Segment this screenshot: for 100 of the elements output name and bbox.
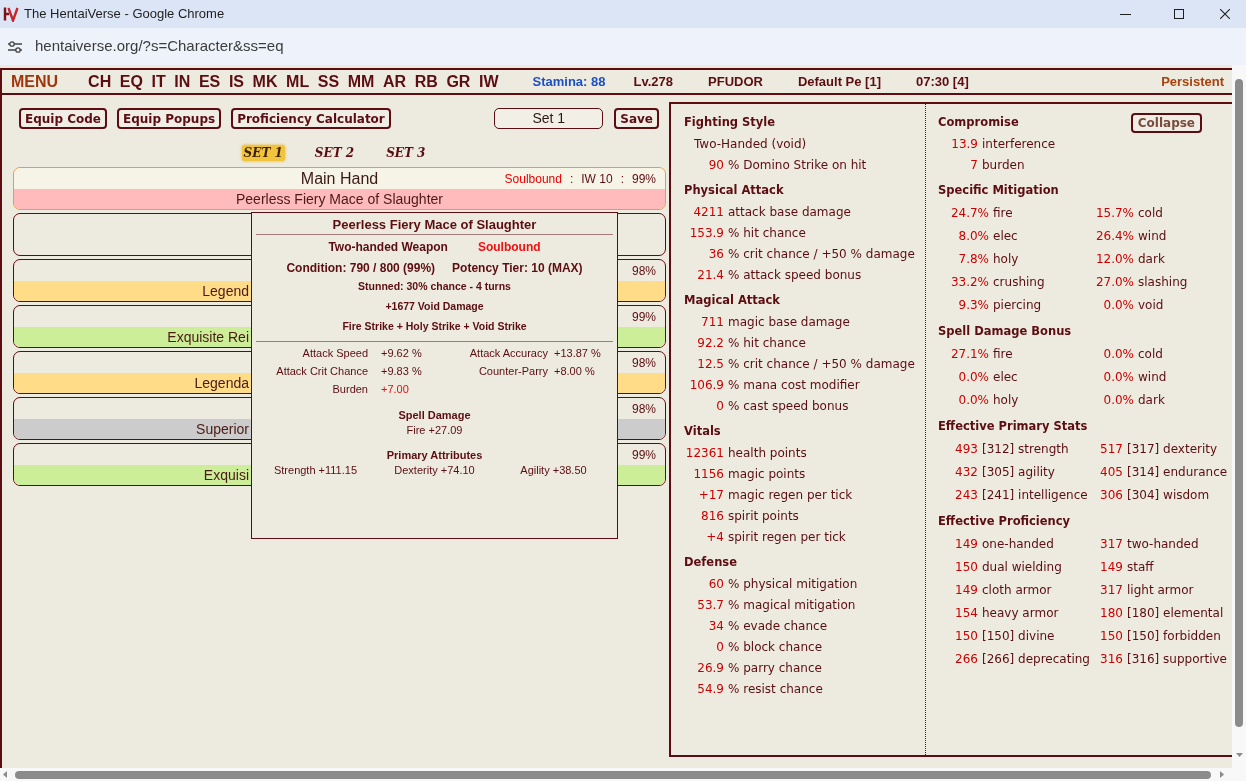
stat-name: fire	[993, 345, 1013, 363]
stat-amount: 7	[969, 156, 978, 174]
section-entry: Dexterity +74.10	[394, 463, 475, 479]
stat-label: Attack Crit Chance	[276, 363, 368, 379]
stat-amount: 26.4%	[1094, 227, 1134, 245]
stat-name: [304] wisdom	[1127, 486, 1210, 504]
menu-link[interactable]: SS	[317, 69, 340, 94]
menu-link[interactable]: CH	[88, 69, 112, 94]
stat-name: elec	[993, 368, 1018, 386]
stat-name: [150] divine	[982, 627, 1055, 645]
toolbar-button[interactable]: Proficiency Calculator	[231, 108, 391, 129]
menu-link[interactable]: AR	[382, 69, 407, 94]
stat-name: piercing	[993, 296, 1042, 314]
binding-status: Soulbound	[504, 170, 562, 188]
slot-detail: :	[620, 170, 624, 188]
set-tab[interactable]: SET 3	[384, 145, 428, 161]
section-heading: Vitals	[684, 422, 721, 440]
set-tab[interactable]: SET 1	[241, 145, 285, 161]
stat-amount: 21.4	[696, 266, 724, 284]
slot-detail: :	[569, 170, 574, 188]
stat-name: % parry chance	[728, 659, 822, 677]
menu-link[interactable]: EQ	[119, 69, 143, 94]
set-name-field[interactable]: Set 1	[494, 108, 604, 129]
section-heading: Specific Mitigation	[938, 181, 1059, 199]
menu-link[interactable]: RB	[414, 69, 438, 94]
stat-name: holy	[993, 250, 1019, 268]
menu-link[interactable]: IN	[174, 69, 191, 94]
menu-link[interactable]: MK	[252, 69, 278, 94]
scrollbar-thumb[interactable]	[15, 770, 1211, 779]
stat-amount: 149	[954, 581, 978, 599]
stat-name: [314] endurance	[1127, 463, 1228, 481]
slot-name: Main Hand	[300, 168, 379, 189]
menu-link[interactable]: MM	[347, 69, 375, 94]
section-heading: Compromise	[938, 113, 1019, 131]
stat-amount: 180	[1099, 604, 1123, 622]
stat-name: [241] intelligence	[982, 486, 1088, 504]
section-heading: Fighting Style	[684, 113, 776, 131]
menu-link[interactable]: GR	[446, 69, 471, 94]
close-icon[interactable]	[1220, 9, 1230, 19]
stat-amount: 26.9	[696, 659, 724, 677]
toolbar-button[interactable]: Equip Popups	[117, 108, 222, 129]
item-name: Legend	[202, 281, 249, 301]
stat-amount: 150	[1099, 627, 1123, 645]
save-button[interactable]: Save	[614, 108, 659, 129]
section-entry: Fire +27.09	[406, 423, 463, 439]
scroll-down-icon[interactable]	[1235, 753, 1243, 757]
stat-amount: 432	[954, 463, 978, 481]
toolbar-button[interactable]: Equip Code	[19, 108, 107, 129]
stat-name: interference	[982, 135, 1056, 153]
stat-amount: 517	[1099, 440, 1123, 458]
tooltip-title: Peerless Fiery Mace of Slaughter	[332, 216, 537, 235]
scroll-right-icon[interactable]	[1220, 771, 1224, 778]
stat-amount: 15.7%	[1094, 204, 1134, 222]
stat-name: elec	[993, 227, 1018, 245]
stat-amount: 149	[1099, 558, 1123, 576]
item-name: Exquisi	[203, 465, 249, 485]
scroll-left-icon[interactable]	[3, 771, 7, 778]
stat-amount: 24.7%	[949, 204, 989, 222]
slot-detail: 99%	[631, 170, 656, 188]
stat-amount: 0.0%	[1102, 345, 1134, 363]
menu-link[interactable]: ES	[198, 69, 221, 94]
stat-amount: 266	[954, 650, 978, 668]
section-title: Spell Damage	[398, 407, 471, 423]
menu-link[interactable]: IW	[478, 69, 499, 94]
stat-amount: 12.5	[696, 355, 724, 373]
stat-name: crushing	[993, 273, 1045, 291]
section-heading: Magical Attack	[684, 291, 781, 309]
maximize-icon[interactable]	[1174, 9, 1184, 19]
item-name: Superior	[196, 419, 249, 439]
effect-line: Fire Strike + Holy Strike + Void Strike	[342, 319, 527, 335]
set-tab[interactable]: SET 2	[312, 145, 357, 161]
stat-amount: 13.9	[950, 135, 978, 153]
stat-amount: 150	[954, 627, 978, 645]
stat-amount: 0.0%	[1102, 391, 1134, 409]
scrollbar-thumb[interactable]	[1235, 79, 1243, 727]
stat-name: % magical mitigation	[728, 596, 856, 614]
stamina-indicator: Stamina: 88	[532, 72, 606, 91]
stat-name: burden	[982, 156, 1025, 174]
stat-name: magic base damage	[728, 313, 850, 331]
menu-link[interactable]: IT	[151, 69, 166, 94]
stat-amount: 0	[715, 397, 724, 415]
stat-name: % crit chance / +50 % damage	[728, 355, 915, 373]
stat-amount: 106.9	[688, 376, 724, 394]
stat-name: [316] supportive	[1127, 650, 1227, 668]
collapse-button[interactable]: Collapse	[1130, 112, 1202, 133]
stat-name: [150] forbidden	[1127, 627, 1221, 645]
stat-amount: 150	[954, 558, 978, 576]
menu-button[interactable]: MENU	[11, 69, 59, 94]
status-text: Default Pe [1]	[797, 72, 881, 91]
menu-link[interactable]: IS	[228, 69, 244, 94]
status-text: Lv.278	[633, 72, 673, 91]
section-heading: Defense	[684, 553, 737, 571]
equipment-slot[interactable]: Main Hand Soulbound : IW 10 : 99% Peerless Fiery Mace of Slaughter	[13, 167, 666, 210]
stat-value: +7.00	[381, 381, 409, 397]
stat-name: two-handed	[1127, 535, 1199, 553]
slot-detail: 99%	[631, 308, 656, 326]
stat-amount: +4	[705, 528, 724, 546]
sliders-icon[interactable]	[8, 40, 22, 53]
minimize-icon[interactable]	[1120, 13, 1131, 15]
menu-link[interactable]: ML	[286, 69, 310, 94]
